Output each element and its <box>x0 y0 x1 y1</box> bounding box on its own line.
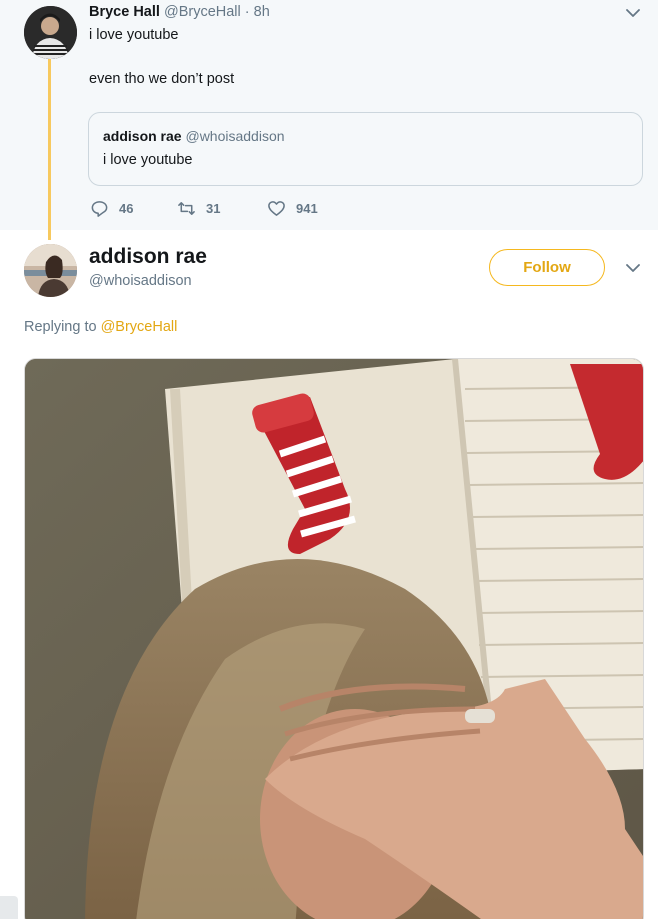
parent-tweet[interactable]: Bryce Hall @BryceHall · 8h i love youtub… <box>0 0 658 240</box>
reply-icon <box>91 201 108 217</box>
page-edge-tab <box>0 896 18 919</box>
quoted-tweet[interactable]: addison rae @whoisaddison i love youtube <box>88 112 643 186</box>
retweet-button[interactable]: 31 <box>177 199 220 218</box>
quoted-tweet-text: i love youtube <box>103 152 193 168</box>
like-button[interactable]: 941 <box>267 199 318 218</box>
retweet-icon <box>178 202 195 215</box>
quoted-tweet-header: addison rae @whoisaddison <box>103 128 285 144</box>
avatar[interactable] <box>24 6 77 59</box>
replying-to: Replying to @BryceHall <box>24 319 177 335</box>
author-name[interactable]: addison rae <box>89 245 207 269</box>
chevron-down-icon[interactable] <box>623 258 643 278</box>
like-count: 941 <box>296 201 318 216</box>
heart-icon <box>268 201 285 216</box>
chevron-down-icon[interactable] <box>623 3 643 23</box>
tweet-timestamp[interactable]: 8h <box>254 4 270 20</box>
tweet-text-line-2: even tho we don’t post <box>89 71 235 87</box>
replying-to-handle-link[interactable]: @BryceHall <box>101 319 178 335</box>
author-name[interactable]: Bryce Hall <box>89 4 160 20</box>
follow-button[interactable]: Follow <box>489 249 605 286</box>
quoted-author-handle: @whoisaddison <box>185 128 285 144</box>
replying-to-label: Replying to <box>24 319 97 335</box>
reply-count: 46 <box>119 201 134 216</box>
photo-image <box>25 359 643 919</box>
author-handle[interactable]: @whoisaddison <box>89 273 192 289</box>
quoted-author-name: addison rae <box>103 128 182 144</box>
tweet-photo[interactable] <box>24 358 644 919</box>
reply-button[interactable]: 46 <box>90 199 133 218</box>
author-handle[interactable]: @BryceHall <box>164 4 241 20</box>
thread-connector-line <box>48 58 51 240</box>
separator-dot: · <box>244 4 250 20</box>
tweet-text-line-1: i love youtube <box>89 27 179 43</box>
avatar[interactable] <box>24 244 77 297</box>
parent-tweet-header: Bryce Hall @BryceHall · 8h <box>89 4 270 20</box>
retweet-count: 31 <box>206 201 221 216</box>
